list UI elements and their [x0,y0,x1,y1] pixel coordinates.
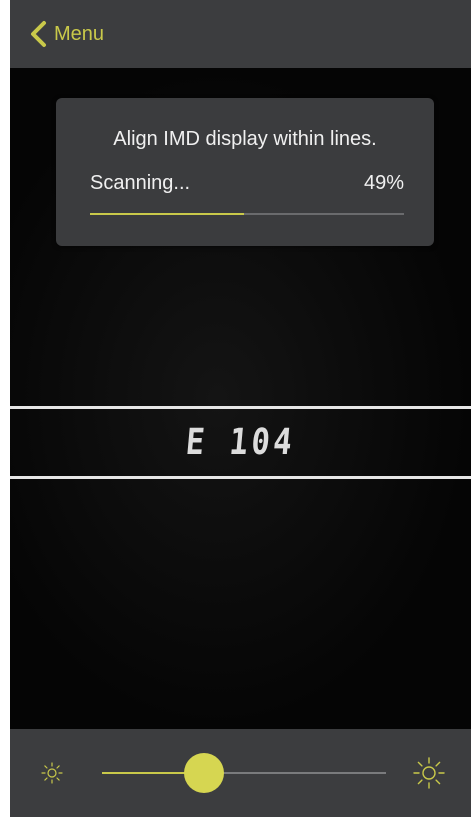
brightness-slider-thumb[interactable] [184,753,225,793]
chevron-left-icon [31,21,46,47]
imd-display-readout: E 104 [184,422,297,463]
alignment-line-top [10,406,471,409]
scan-progress-fill [90,213,244,215]
sun-small-icon [41,762,63,784]
scan-status-card: Align IMD display within lines. Scanning… [56,98,434,246]
scan-instruction: Align IMD display within lines. [113,128,377,150]
back-button-label: Menu [54,22,105,45]
scan-progress-bar [90,213,404,215]
alignment-line-bottom [10,476,471,479]
scan-status-text: Scanning... [90,172,191,194]
brightness-bar [10,729,471,817]
sun-large-icon [413,757,445,789]
brightness-slider[interactable] [102,753,386,793]
navigation-bar: Menu [10,0,471,68]
scan-percent: 49% [363,172,404,194]
scanner-screen: Menu Align IMD display within lines. Sca… [10,0,471,817]
camera-viewfinder: Align IMD display within lines. Scanning… [10,68,471,729]
back-button[interactable]: Menu [28,18,104,50]
